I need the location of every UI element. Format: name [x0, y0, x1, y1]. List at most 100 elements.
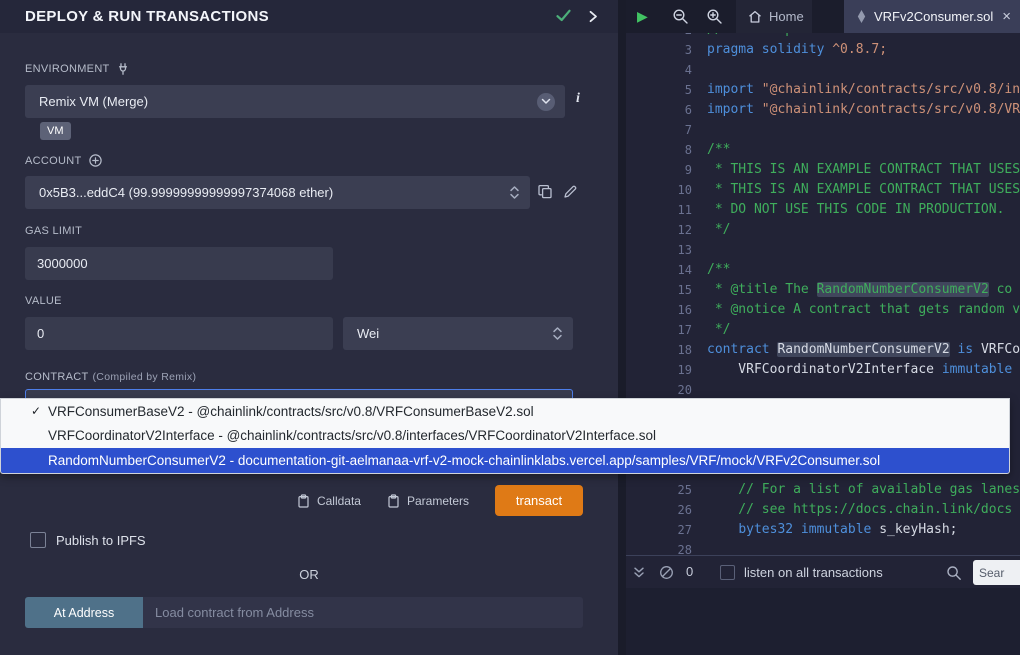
tab-active-file-label: VRFv2Consumer.sol: [874, 9, 993, 24]
calldata-label: Calldata: [317, 494, 361, 508]
copy-account-icon[interactable]: [537, 184, 553, 200]
panel-divider[interactable]: [618, 0, 626, 655]
editor-topbar: ▶ Home VRFv2Consumer.sol ×: [626, 0, 1020, 33]
code-line: 25 // For a list of available gas lanes: [626, 480, 1020, 500]
contract-option-label: VRFCoordinatorV2Interface - @chainlink/c…: [48, 428, 656, 443]
option-check-icon: ✓: [31, 404, 48, 418]
line-content: VRFCoordinatorV2Interface immutable: [692, 360, 1020, 380]
at-address-button[interactable]: At Address: [25, 597, 143, 628]
code-line: 5import "@chainlink/contracts/src/v0.8/i…: [626, 80, 1020, 100]
publish-to-ipfs-checkbox[interactable]: [30, 532, 46, 548]
line-number: 5: [626, 80, 692, 100]
value-unit: Wei: [357, 326, 552, 341]
line-content: * THIS IS AN EXAMPLE CONTRACT THAT USES: [692, 180, 1020, 200]
at-address-input[interactable]: [143, 597, 583, 628]
line-number: 4: [626, 60, 692, 80]
tab-active-file[interactable]: VRFv2Consumer.sol ×: [844, 0, 1020, 33]
line-content: [692, 60, 1020, 80]
terminal-details: execution cost47565 gasinput0xa21...a23e: [626, 588, 1020, 655]
zoom-in-icon[interactable]: [706, 8, 723, 25]
contract-option[interactable]: VRFCoordinatorV2Interface - @chainlink/c…: [1, 424, 1009, 449]
listen-all-transactions-checkbox[interactable]: [720, 565, 735, 580]
line-content: // see https://docs.chain.link/docs: [692, 500, 1020, 520]
environment-select[interactable]: Remix VM (Merge): [25, 85, 565, 118]
panel-expand-chevron-icon[interactable]: [588, 10, 598, 23]
success-check-icon: [556, 9, 571, 22]
code-line: 15 * @title The RandomNumberConsumerV2 c…: [626, 280, 1020, 300]
contract-option-label: VRFConsumerBaseV2 - @chainlink/contracts…: [48, 404, 534, 419]
line-content: [692, 240, 1020, 260]
contract-option[interactable]: RandomNumberConsumerV2 - documentation-g…: [1, 448, 1009, 473]
line-content: * THIS IS AN EXAMPLE CONTRACT THAT USES: [692, 160, 1020, 180]
code-line: 19 VRFCoordinatorV2Interface immutable: [626, 360, 1020, 380]
parameters-button[interactable]: Parameters: [387, 494, 469, 508]
contract-option-label: RandomNumberConsumerV2 - documentation-g…: [48, 453, 880, 468]
updown-caret-icon: [552, 326, 563, 341]
code-line: 26 // see https://docs.chain.link/docs: [626, 500, 1020, 520]
value-input[interactable]: [25, 317, 333, 350]
gas-limit-input[interactable]: [25, 247, 333, 280]
line-content: * @title The RandomNumberConsumerV2 co: [692, 280, 1020, 300]
value-label: VALUE: [25, 295, 62, 307]
plus-circle-icon[interactable]: [89, 154, 102, 167]
code-line: 13: [626, 240, 1020, 260]
code-line: 14/**: [626, 260, 1020, 280]
publish-to-ipfs-label: Publish to IPFS: [56, 533, 146, 548]
line-content: import "@chainlink/contracts/src/v0.8/VR: [692, 100, 1020, 120]
code-lines: 2// An example of a consumer contract th…: [626, 33, 1020, 555]
code-line: 17 */: [626, 320, 1020, 340]
code-line: 9 * THIS IS AN EXAMPLE CONTRACT THAT USE…: [626, 160, 1020, 180]
zoom-out-icon[interactable]: [672, 8, 689, 25]
tab-home-label: Home: [769, 9, 804, 24]
code-line: 10 * THIS IS AN EXAMPLE CONTRACT THAT US…: [626, 180, 1020, 200]
line-number: 3: [626, 40, 692, 60]
home-icon: [748, 10, 762, 23]
edit-account-icon[interactable]: [563, 184, 578, 199]
deploy-actions: Calldata Parameters transact: [25, 485, 583, 516]
environment-label-row: ENVIRONMENT: [25, 63, 129, 75]
tab-home[interactable]: Home: [736, 0, 812, 33]
remix-ide: DEPLOY & RUN TRANSACTIONS ENVIRONMENT Re…: [0, 0, 1020, 655]
line-content: import "@chainlink/contracts/src/v0.8/in: [692, 80, 1020, 100]
environment-label: ENVIRONMENT: [25, 63, 110, 75]
calldata-button[interactable]: Calldata: [297, 494, 361, 508]
close-tab-icon[interactable]: ×: [1002, 9, 1011, 24]
contract-option[interactable]: ✓VRFConsumerBaseV2 - @chainlink/contract…: [1, 399, 1009, 424]
code-line: 4: [626, 60, 1020, 80]
or-divider: OR: [0, 567, 618, 582]
expand-terminal-icon[interactable]: [632, 566, 646, 579]
terminal-search-input[interactable]: [973, 560, 1020, 585]
line-content: [692, 120, 1020, 140]
listen-all-transactions-label: listen on all transactions: [744, 565, 883, 580]
code-editor[interactable]: 2// An example of a consumer contract th…: [626, 33, 1020, 555]
contract-label-row: CONTRACT (Compiled by Remix): [25, 371, 196, 383]
account-select[interactable]: 0x5B3...eddC4 (99.99999999999997374068 e…: [25, 176, 530, 209]
line-number: 8: [626, 140, 692, 160]
code-line: 8/**: [626, 140, 1020, 160]
environment-value: Remix VM (Merge): [39, 94, 537, 109]
panel-header: DEPLOY & RUN TRANSACTIONS: [0, 0, 618, 33]
code-line: 7: [626, 120, 1020, 140]
panel-title: DEPLOY & RUN TRANSACTIONS: [25, 8, 269, 25]
line-number: 10: [626, 180, 692, 200]
line-number: 2: [626, 33, 692, 40]
value-unit-select[interactable]: Wei: [343, 317, 573, 350]
line-number: 20: [626, 380, 692, 400]
clear-console-icon[interactable]: [659, 565, 674, 580]
code-line: 28: [626, 540, 1020, 555]
contract-dropdown-list: ✓VRFConsumerBaseV2 - @chainlink/contract…: [0, 398, 1010, 474]
line-number: 17: [626, 320, 692, 340]
clipboard-icon: [387, 494, 400, 508]
run-script-play-icon[interactable]: ▶: [637, 8, 648, 24]
value-label-row: VALUE: [25, 295, 62, 307]
transact-button[interactable]: transact: [495, 485, 583, 516]
line-content: * @notice A contract that gets random v: [692, 300, 1020, 320]
line-number: 19: [626, 360, 692, 380]
listened-transactions-count: 0: [686, 564, 693, 579]
info-icon[interactable]: i: [576, 91, 580, 107]
gas-limit-label-row: GAS LIMIT: [25, 225, 82, 237]
account-label: ACCOUNT: [25, 155, 82, 167]
vm-badge: VM: [40, 122, 71, 140]
line-content: // For a list of available gas lanes: [692, 480, 1020, 500]
line-content: // An example of a consumer contract tha…: [692, 33, 1020, 40]
